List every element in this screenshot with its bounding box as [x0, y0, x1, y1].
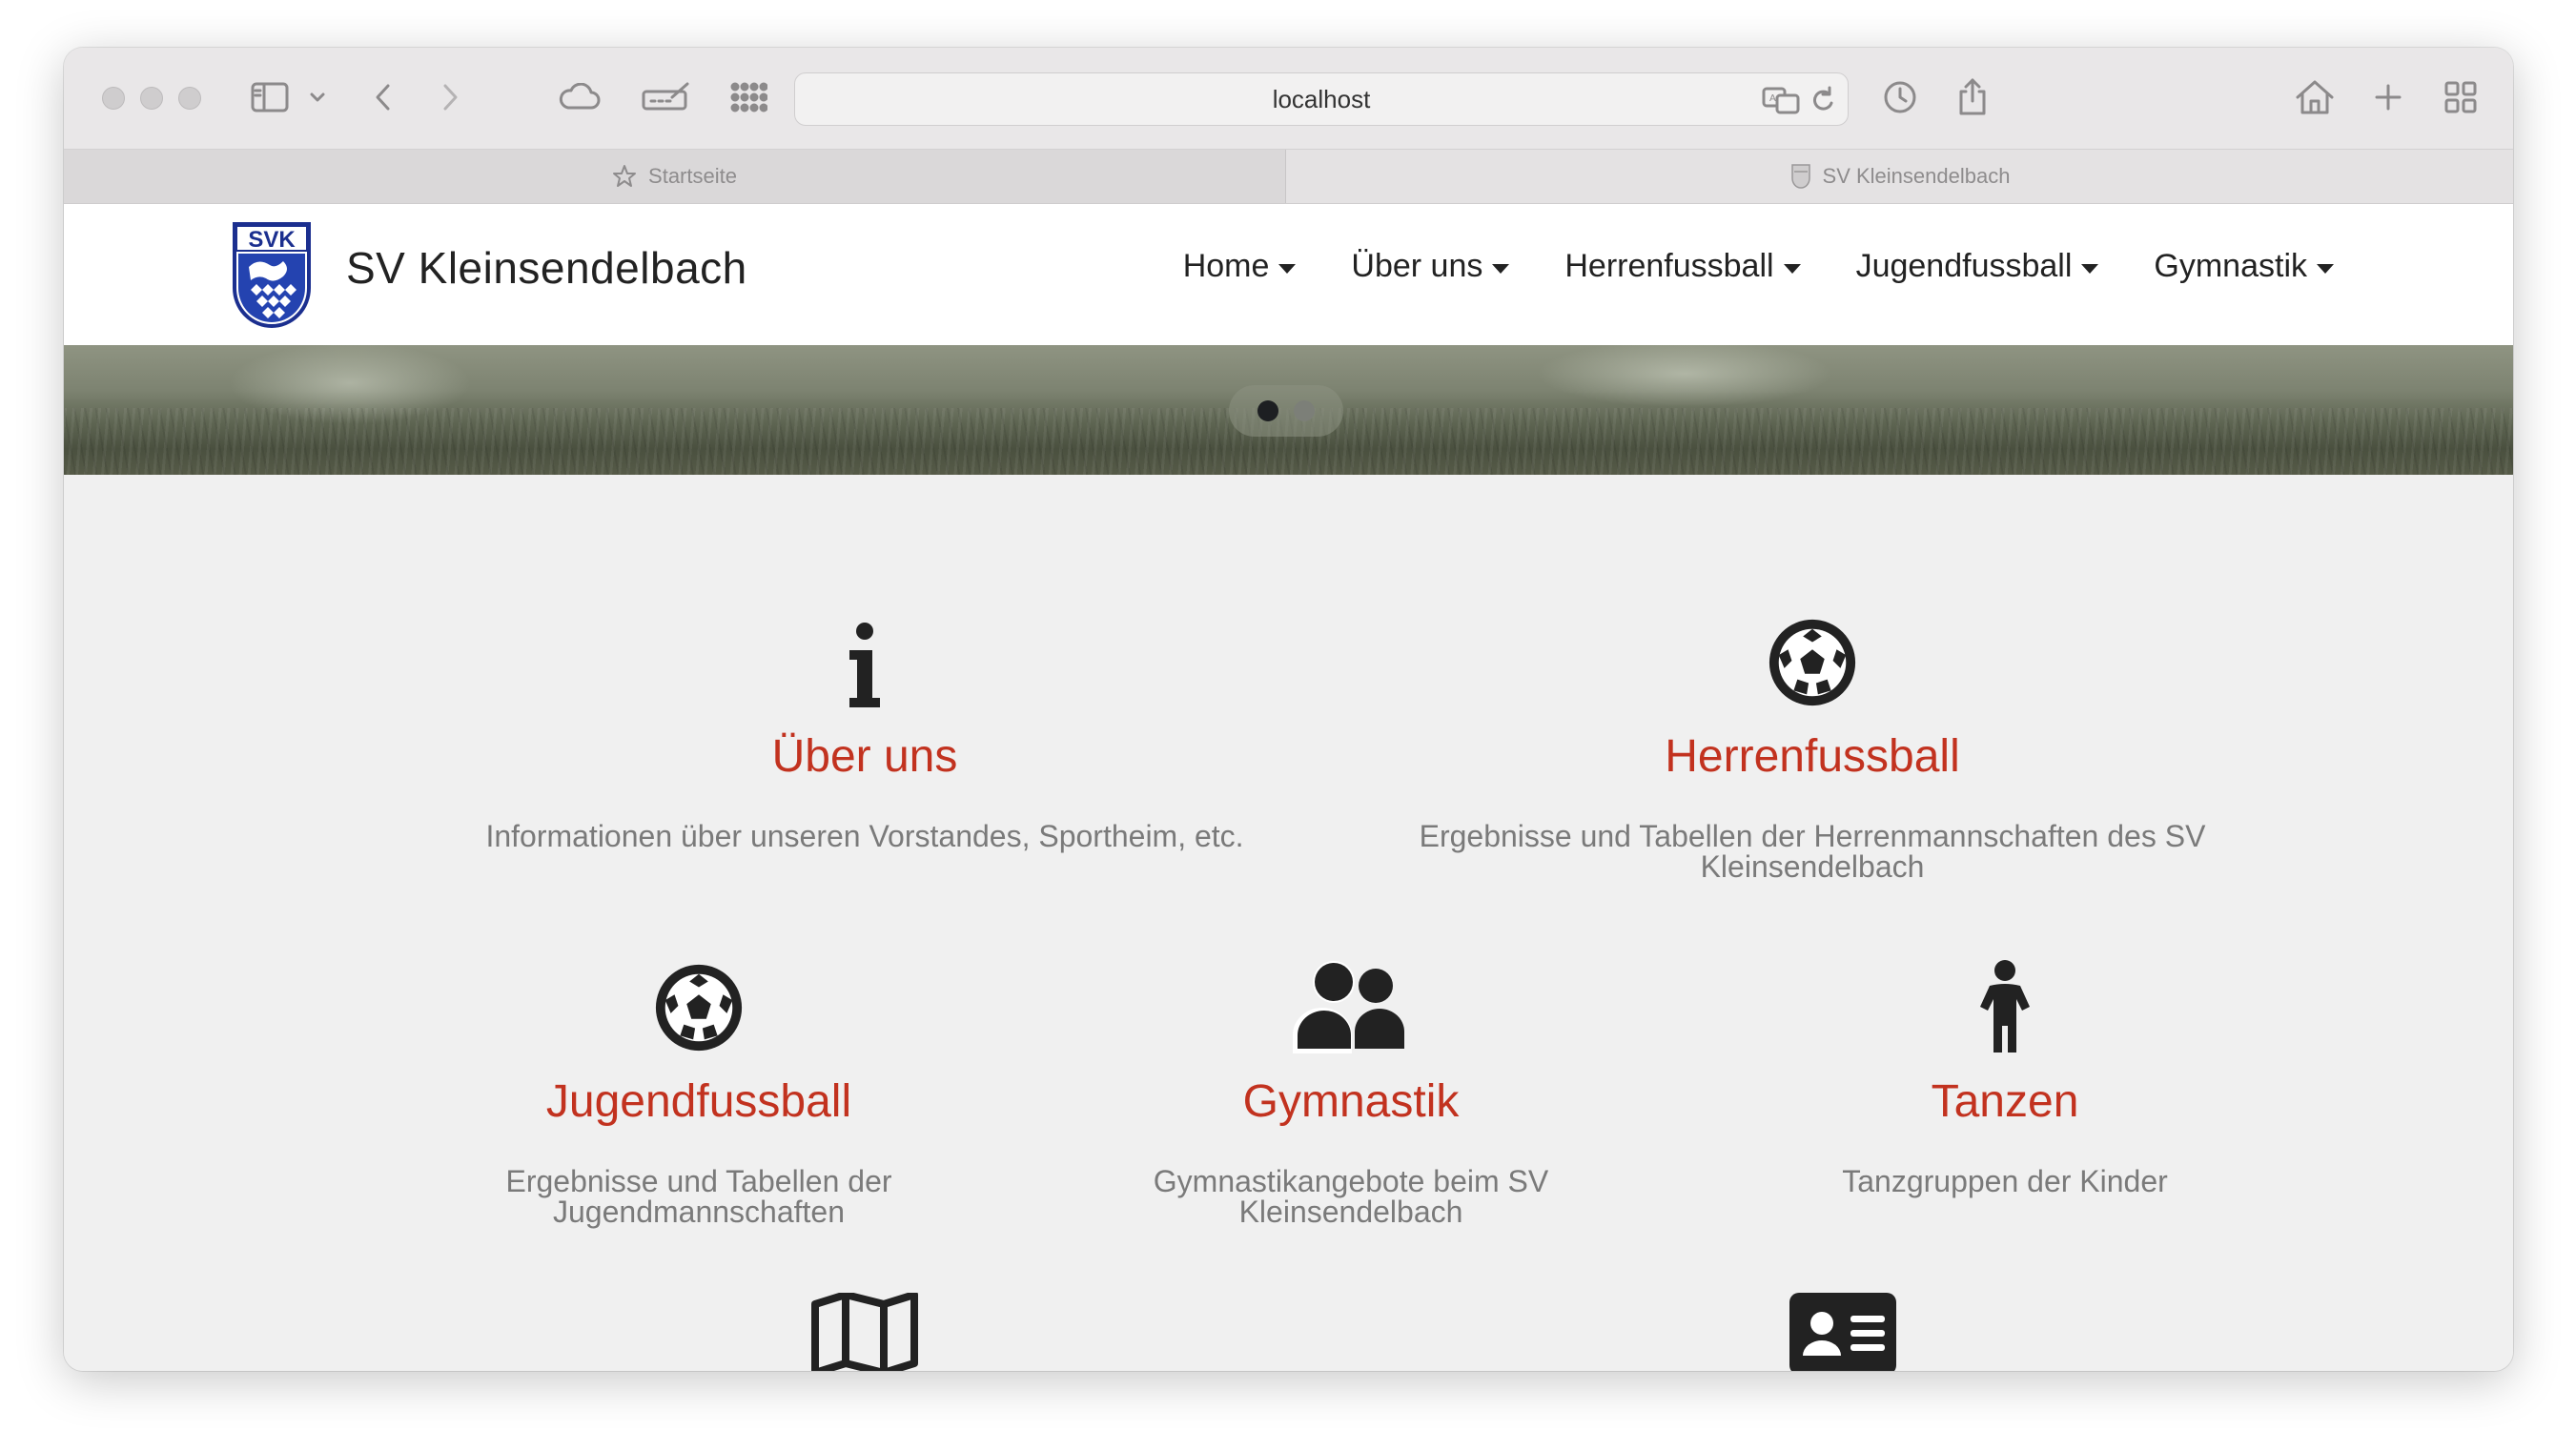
history-icon[interactable] [1881, 76, 1919, 118]
caret-down-icon [2317, 263, 2334, 274]
url-text: localhost [1272, 84, 1371, 113]
tab-label: Startseite [648, 164, 737, 188]
browser-toolbar: localhost A [64, 48, 2513, 150]
soccer-ball-icon [413, 950, 985, 1054]
web-page: SVK SV Kleinsendelbach Home Über uns Her… [64, 204, 2513, 1371]
logo-text: SVK [248, 227, 296, 253]
menu-item-jugendfussball[interactable]: Jugendfussball [1856, 248, 2099, 285]
home-icon[interactable] [2293, 76, 2337, 118]
feature-title[interactable]: Tanzen [1719, 1075, 2291, 1128]
feature-desc: Informationen über unseren Vorstandes, S… [485, 819, 1244, 853]
users-icon [1074, 950, 1627, 1054]
feature-desc: Ergebnisse und Tabellen der Jugendmannsc… [505, 1164, 892, 1229]
tab-bar: Startseite SV Kleinsendelbach [64, 150, 2513, 204]
carousel-dot-2[interactable] [1294, 400, 1315, 421]
caret-down-icon [1783, 263, 1801, 274]
caret-down-icon [2081, 263, 2099, 274]
map-icon [798, 1289, 931, 1371]
hero-carousel[interactable] [64, 345, 2513, 475]
tab-label: SV Kleinsendelbach [1822, 164, 2011, 188]
menu-label: Über uns [1351, 248, 1483, 284]
id-card-icon [1776, 1291, 1910, 1371]
menu-item-ueber-uns[interactable]: Über uns [1351, 248, 1510, 285]
feature-tanzen[interactable]: Tanzen Tanzgruppen der Kinder [1719, 950, 2291, 1196]
feature-map[interactable] [798, 1289, 931, 1371]
address-bar[interactable]: localhost A [794, 72, 1849, 126]
menu-item-gymnastik[interactable]: Gymnastik [2154, 248, 2334, 285]
svg-text:A: A [1769, 93, 1776, 104]
feature-contact[interactable] [1776, 1291, 1910, 1371]
carousel-dot-1[interactable] [1257, 400, 1278, 421]
star-icon [613, 165, 637, 187]
tab-startseite[interactable]: Startseite [64, 150, 1286, 203]
translate-icon[interactable]: A [1760, 79, 1802, 121]
close-window-button[interactable] [102, 87, 125, 110]
feature-herrenfussball[interactable]: Herrenfussball Ergebnisse und Tabellen d… [1364, 604, 2260, 882]
favicon-icon [1790, 164, 1810, 189]
menu-label: Gymnastik [2154, 248, 2307, 284]
caret-down-icon [1278, 263, 1297, 274]
cloud-icon[interactable] [556, 76, 603, 118]
site-navbar: SVK SV Kleinsendelbach Home Über uns Her… [64, 204, 2513, 345]
reload-icon[interactable] [1808, 79, 1840, 121]
carousel-indicators [1229, 385, 1343, 437]
new-tab-icon[interactable] [2371, 76, 2405, 118]
tab-overview-icon[interactable] [2442, 76, 2480, 118]
caret-down-icon [1492, 263, 1510, 274]
share-icon[interactable] [1953, 76, 1992, 118]
feature-desc: Tanzgruppen der Kinder [1842, 1164, 2168, 1198]
tab-sv-kleinsendelbach[interactable]: SV Kleinsendelbach [1287, 150, 2513, 203]
soccer-ball-icon [1364, 604, 2260, 709]
child-icon [1719, 950, 2291, 1054]
feature-gymnastik[interactable]: Gymnastik Gymnastikangebote beim SV Klei… [1074, 950, 1627, 1227]
menu-label: Home [1182, 248, 1270, 284]
forward-icon[interactable] [434, 76, 466, 118]
feature-title[interactable]: Herrenfussball [1364, 730, 2260, 783]
menu-label: Herrenfussball [1564, 248, 1774, 284]
brand-name[interactable]: SV Kleinsendelbach [346, 242, 747, 294]
menu-item-herrenfussball[interactable]: Herrenfussball [1564, 248, 1801, 285]
back-icon[interactable] [367, 76, 399, 118]
grid-dots-icon[interactable] [726, 76, 771, 118]
chevron-down-icon[interactable] [306, 76, 329, 118]
edit-icon[interactable] [640, 76, 693, 118]
feature-title[interactable]: Jugendfussball [413, 1075, 985, 1128]
feature-ueber-uns[interactable]: Über uns Informationen über unseren Vors… [369, 604, 1360, 851]
zoom-window-button[interactable] [178, 87, 201, 110]
minimize-window-button[interactable] [140, 87, 163, 110]
browser-window: localhost A Startseite SV Kleinsendelbac… [64, 48, 2513, 1371]
main-menu: Home Über uns Herrenfussball Jugendfussb… [1183, 248, 2334, 285]
feature-desc: Gymnastikangebote beim SV Kleinsendelbac… [1153, 1164, 1549, 1229]
menu-label: Jugendfussball [1855, 248, 2073, 284]
menu-item-home[interactable]: Home [1183, 248, 1297, 285]
feature-desc: Ergebnisse und Tabellen der Herrenmannsc… [1419, 819, 2206, 884]
feature-jugendfussball[interactable]: Jugendfussball Ergebnisse und Tabellen d… [413, 950, 985, 1227]
feature-title[interactable]: Über uns [369, 730, 1360, 783]
club-logo[interactable]: SVK [232, 221, 312, 328]
info-icon [369, 604, 1360, 709]
feature-title[interactable]: Gymnastik [1074, 1075, 1627, 1128]
sidebar-toggle-icon[interactable] [249, 76, 291, 118]
